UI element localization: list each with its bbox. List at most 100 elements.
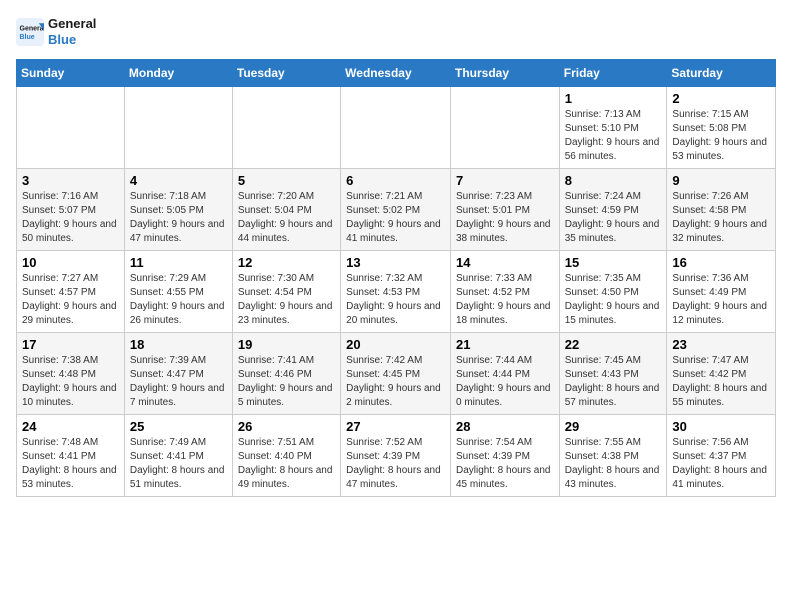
day-info: Sunrise: 7:32 AM Sunset: 4:53 PM Dayligh… xyxy=(346,272,445,328)
weekday-header: Saturday xyxy=(667,60,776,87)
calendar-cell: 18Sunrise: 7:39 AM Sunset: 4:47 PM Dayli… xyxy=(124,333,232,415)
day-info: Sunrise: 7:26 AM Sunset: 4:58 PM Dayligh… xyxy=(672,190,770,246)
day-number: 2 xyxy=(672,91,770,106)
calendar-cell: 25 Sunrise: 7:49 AM Sunset: 4:41 PM Dayli… xyxy=(124,415,232,497)
calendar-body: 1 Sunrise: 7:13 AM Sunset: 5:10 PM Daylig… xyxy=(17,87,776,497)
day-info: Sunrise: 7:41 AM Sunset: 4:46 PM Dayligh… xyxy=(238,354,335,410)
calendar-cell xyxy=(450,87,559,169)
day-number: 30 xyxy=(672,419,770,434)
header: General Blue General Blue xyxy=(16,16,776,47)
weekday-header: Wednesday xyxy=(341,60,451,87)
calendar-cell: 12Sunrise: 7:30 AM Sunset: 4:54 PM Dayli… xyxy=(232,251,340,333)
calendar-cell: 23 Sunrise: 7:47 AM Sunset: 4:42 PM Dayli… xyxy=(667,333,776,415)
calendar-cell: 1 Sunrise: 7:13 AM Sunset: 5:10 PM Daylig… xyxy=(559,87,667,169)
day-number: 20 xyxy=(346,337,445,352)
day-number: 1 xyxy=(565,91,662,106)
day-info: Sunrise: 7:38 AM Sunset: 4:48 PM Dayligh… xyxy=(22,354,119,410)
day-info: Sunrise: 7:45 AM Sunset: 4:43 PM Dayligh… xyxy=(565,354,662,410)
day-number: 3 xyxy=(22,173,119,188)
calendar-cell: 15 Sunrise: 7:35 AM Sunset: 4:50 PM Dayli… xyxy=(559,251,667,333)
weekday-header: Sunday xyxy=(17,60,125,87)
day-info: Sunrise: 7:51 AM Sunset: 4:40 PM Dayligh… xyxy=(238,436,335,492)
day-number: 14 xyxy=(456,255,554,270)
day-number: 10 xyxy=(22,255,119,270)
day-number: 28 xyxy=(456,419,554,434)
weekday-header: Thursday xyxy=(450,60,559,87)
day-number: 17 xyxy=(22,337,119,352)
day-info: Sunrise: 7:27 AM Sunset: 4:57 PM Dayligh… xyxy=(22,272,119,328)
day-info: Sunrise: 7:23 AM Sunset: 5:01 PM Dayligh… xyxy=(456,190,554,246)
day-info: Sunrise: 7:20 AM Sunset: 5:04 PM Dayligh… xyxy=(238,190,335,246)
calendar-cell: 20 Sunrise: 7:42 AM Sunset: 4:45 PM Dayli… xyxy=(341,333,451,415)
calendar-cell: 29Sunrise: 7:55 AM Sunset: 4:38 PM Dayli… xyxy=(559,415,667,497)
calendar-cell: 28 Sunrise: 7:54 AM Sunset: 4:39 PM Dayli… xyxy=(450,415,559,497)
calendar-cell: 7 Sunrise: 7:23 AM Sunset: 5:01 PM Daylig… xyxy=(450,169,559,251)
calendar-cell: 8Sunrise: 7:24 AM Sunset: 4:59 PM Daylig… xyxy=(559,169,667,251)
day-number: 24 xyxy=(22,419,119,434)
calendar-cell: 10 Sunrise: 7:27 AM Sunset: 4:57 PM Dayli… xyxy=(17,251,125,333)
calendar-header-row: SundayMondayTuesdayWednesdayThursdayFrid… xyxy=(17,60,776,87)
calendar-cell: 5 Sunrise: 7:20 AM Sunset: 5:04 PM Daylig… xyxy=(232,169,340,251)
day-number: 25 xyxy=(130,419,227,434)
calendar-cell xyxy=(232,87,340,169)
day-number: 7 xyxy=(456,173,554,188)
day-info: Sunrise: 7:47 AM Sunset: 4:42 PM Dayligh… xyxy=(672,354,770,410)
day-number: 9 xyxy=(672,173,770,188)
day-info: Sunrise: 7:42 AM Sunset: 4:45 PM Dayligh… xyxy=(346,354,445,410)
calendar-cell: 14 Sunrise: 7:33 AM Sunset: 4:52 PM Dayli… xyxy=(450,251,559,333)
day-info: Sunrise: 7:49 AM Sunset: 4:41 PM Dayligh… xyxy=(130,436,227,492)
logo-icon: General Blue xyxy=(16,18,44,46)
calendar-cell: 2 Sunrise: 7:15 AM Sunset: 5:08 PM Daylig… xyxy=(667,87,776,169)
svg-text:General: General xyxy=(20,25,45,32)
day-info: Sunrise: 7:16 AM Sunset: 5:07 PM Dayligh… xyxy=(22,190,119,246)
calendar-cell xyxy=(17,87,125,169)
day-number: 5 xyxy=(238,173,335,188)
day-number: 23 xyxy=(672,337,770,352)
calendar-week-row: 3 Sunrise: 7:16 AM Sunset: 5:07 PM Daylig… xyxy=(17,169,776,251)
day-number: 21 xyxy=(456,337,554,352)
day-info: Sunrise: 7:39 AM Sunset: 4:47 PM Dayligh… xyxy=(130,354,227,410)
calendar-cell: 26 Sunrise: 7:51 AM Sunset: 4:40 PM Dayli… xyxy=(232,415,340,497)
day-number: 26 xyxy=(238,419,335,434)
logo: General Blue General Blue xyxy=(16,16,96,47)
calendar-cell: 17 Sunrise: 7:38 AM Sunset: 4:48 PM Dayli… xyxy=(17,333,125,415)
day-number: 19 xyxy=(238,337,335,352)
day-number: 13 xyxy=(346,255,445,270)
day-number: 22 xyxy=(565,337,662,352)
day-info: Sunrise: 7:56 AM Sunset: 4:37 PM Dayligh… xyxy=(672,436,770,492)
day-info: Sunrise: 7:21 AM Sunset: 5:02 PM Dayligh… xyxy=(346,190,445,246)
day-info: Sunrise: 7:18 AM Sunset: 5:05 PM Dayligh… xyxy=(130,190,227,246)
calendar-cell xyxy=(341,87,451,169)
day-info: Sunrise: 7:44 AM Sunset: 4:44 PM Dayligh… xyxy=(456,354,554,410)
calendar-cell: 16 Sunrise: 7:36 AM Sunset: 4:49 PM Dayli… xyxy=(667,251,776,333)
day-info: Sunrise: 7:33 AM Sunset: 4:52 PM Dayligh… xyxy=(456,272,554,328)
svg-text:Blue: Blue xyxy=(20,34,35,41)
day-info: Sunrise: 7:55 AM Sunset: 4:38 PM Dayligh… xyxy=(565,436,662,492)
day-info: Sunrise: 7:13 AM Sunset: 5:10 PM Dayligh… xyxy=(565,108,662,164)
weekday-header: Friday xyxy=(559,60,667,87)
calendar-cell: 21 Sunrise: 7:44 AM Sunset: 4:44 PM Dayli… xyxy=(450,333,559,415)
day-number: 4 xyxy=(130,173,227,188)
calendar-cell: 9 Sunrise: 7:26 AM Sunset: 4:58 PM Daylig… xyxy=(667,169,776,251)
day-info: Sunrise: 7:54 AM Sunset: 4:39 PM Dayligh… xyxy=(456,436,554,492)
day-number: 15 xyxy=(565,255,662,270)
calendar-cell: 27Sunrise: 7:52 AM Sunset: 4:39 PM Dayli… xyxy=(341,415,451,497)
calendar-cell: 4 Sunrise: 7:18 AM Sunset: 5:05 PM Daylig… xyxy=(124,169,232,251)
day-number: 16 xyxy=(672,255,770,270)
calendar-cell xyxy=(124,87,232,169)
day-info: Sunrise: 7:35 AM Sunset: 4:50 PM Dayligh… xyxy=(565,272,662,328)
logo-text-line1: General xyxy=(48,16,96,32)
day-info: Sunrise: 7:15 AM Sunset: 5:08 PM Dayligh… xyxy=(672,108,770,164)
calendar-cell: 3 Sunrise: 7:16 AM Sunset: 5:07 PM Daylig… xyxy=(17,169,125,251)
day-number: 6 xyxy=(346,173,445,188)
calendar-cell: 6 Sunrise: 7:21 AM Sunset: 5:02 PM Daylig… xyxy=(341,169,451,251)
calendar-week-row: 1 Sunrise: 7:13 AM Sunset: 5:10 PM Daylig… xyxy=(17,87,776,169)
logo-text-line2: Blue xyxy=(48,32,96,48)
day-number: 12 xyxy=(238,255,335,270)
day-number: 8 xyxy=(565,173,662,188)
calendar-cell: 24Sunrise: 7:48 AM Sunset: 4:41 PM Dayli… xyxy=(17,415,125,497)
calendar-cell: 19 Sunrise: 7:41 AM Sunset: 4:46 PM Dayli… xyxy=(232,333,340,415)
calendar-cell: 11Sunrise: 7:29 AM Sunset: 4:55 PM Dayli… xyxy=(124,251,232,333)
day-info: Sunrise: 7:36 AM Sunset: 4:49 PM Dayligh… xyxy=(672,272,770,328)
calendar-week-row: 17 Sunrise: 7:38 AM Sunset: 4:48 PM Dayli… xyxy=(17,333,776,415)
